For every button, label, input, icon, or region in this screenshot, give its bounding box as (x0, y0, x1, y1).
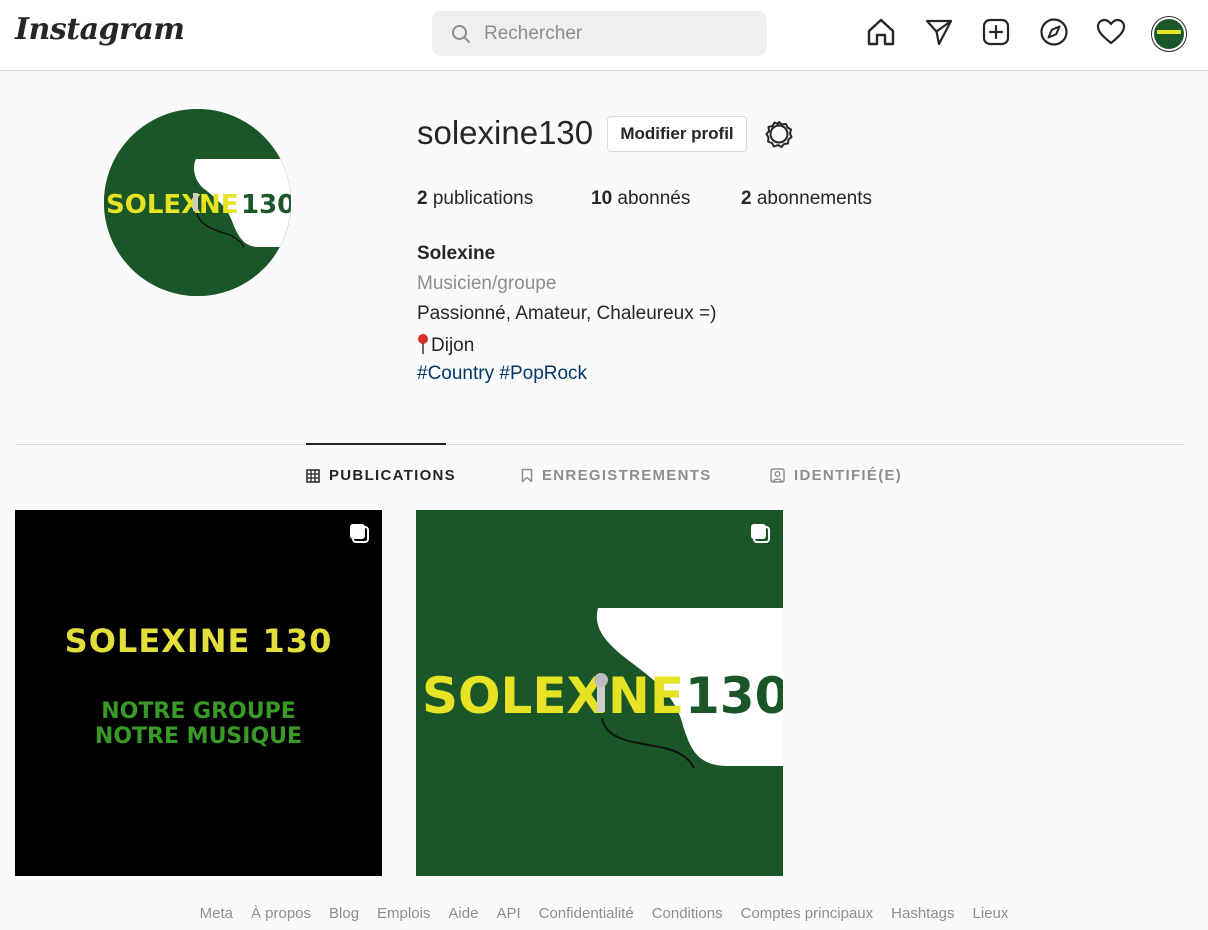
post-title-text: SOLEXINE 130 (64, 622, 333, 660)
bio-hashtags: #Country #PopRock (417, 363, 587, 385)
tab-label: ENREGISTREMENTS (542, 467, 712, 484)
footer-link-terms[interactable]: Conditions (652, 905, 723, 922)
carousel-multi-icon (350, 524, 369, 543)
bio-location-text: Dijon (431, 335, 475, 356)
band-logo-image: SOLEX NE 130 (416, 510, 783, 876)
following-count[interactable]: 2 abonnements (741, 188, 872, 210)
svg-text:130: 130 (241, 190, 291, 220)
footer-link-hashtags[interactable]: Hashtags (891, 905, 954, 922)
tagged-person-icon (770, 468, 785, 483)
posts-count: 2 publications (417, 188, 534, 209)
footer-links: Meta À propos Blog Emplois Aide API Conf… (0, 905, 1208, 922)
active-tab-indicator (306, 443, 446, 445)
followers-count[interactable]: 10 abonnés (591, 188, 690, 210)
footer-link-blog[interactable]: Blog (329, 905, 359, 922)
search-box[interactable] (432, 11, 767, 56)
svg-text:130: 130 (685, 667, 783, 725)
profile-picture[interactable]: SOLEX NE 130 (104, 109, 291, 296)
bio-description: Passionné, Amateur, Chaleureux =) (417, 303, 717, 324)
bio-display-name: Solexine (417, 243, 496, 264)
footer-link-api[interactable]: API (496, 905, 520, 922)
tab-label: IDENTIFIÉ(E) (794, 467, 903, 484)
bookmark-icon (521, 468, 533, 483)
profile-avatar[interactable] (1151, 16, 1187, 52)
post-thumbnail-2[interactable]: SOLEX NE 130 (416, 510, 783, 876)
post-subtitle-text: NOTRE GROUPE (101, 699, 296, 724)
footer-link-locations[interactable]: Lieux (973, 905, 1009, 922)
svg-text:NE: NE (608, 667, 684, 725)
direct-message-icon[interactable] (922, 15, 956, 49)
explore-icon[interactable] (1037, 15, 1071, 49)
carousel-multi-icon (751, 524, 770, 543)
map-pin-icon (418, 334, 428, 354)
new-post-icon[interactable] (979, 15, 1013, 49)
footer-link-help[interactable]: Aide (448, 905, 478, 922)
tab-publications[interactable]: PUBLICATIONS (306, 467, 456, 484)
footer-link-privacy[interactable]: Confidentialité (539, 905, 634, 922)
hashtag-link-country[interactable]: #Country (417, 363, 494, 384)
footer-link-top-accounts[interactable]: Comptes principaux (741, 905, 874, 922)
tabs-divider (15, 444, 1184, 445)
tab-saved[interactable]: ENREGISTREMENTS (521, 467, 712, 484)
home-icon[interactable] (864, 15, 898, 49)
footer-link-jobs[interactable]: Emplois (377, 905, 430, 922)
edit-profile-button[interactable]: Modifier profil (607, 116, 747, 152)
activity-heart-icon[interactable] (1094, 15, 1128, 49)
svg-text:NE: NE (199, 190, 239, 220)
avatar-thumbnail (1154, 19, 1184, 49)
footer-link-meta[interactable]: Meta (200, 905, 233, 922)
footer-link-about[interactable]: À propos (251, 905, 311, 922)
settings-gear-icon[interactable] (762, 117, 796, 151)
grid-icon (306, 468, 320, 483)
profile-username: solexine130 (417, 114, 594, 151)
instagram-logo[interactable]: Instagram (15, 12, 185, 47)
top-navigation-bar: Instagram (0, 0, 1208, 71)
post-subtitle-text: NOTRE MUSIQUE (94, 724, 303, 749)
bio-category: Musicien/groupe (417, 273, 557, 294)
hashtag-link-poprock[interactable]: #PopRock (499, 363, 587, 384)
search-input[interactable] (484, 22, 744, 45)
post-thumbnail-1[interactable]: SOLEXINE 130 NOTRE GROUPE NOTRE MUSIQUE (15, 510, 382, 876)
bio-location: Dijon (417, 333, 474, 357)
band-logo-image: SOLEX NE 130 (104, 109, 291, 296)
search-icon (452, 24, 470, 43)
tab-label: PUBLICATIONS (329, 467, 456, 484)
svg-text:SOLEX: SOLEX (106, 190, 201, 220)
tab-tagged[interactable]: IDENTIFIÉ(E) (770, 467, 902, 484)
svg-text:SOLEX: SOLEX (422, 667, 605, 725)
